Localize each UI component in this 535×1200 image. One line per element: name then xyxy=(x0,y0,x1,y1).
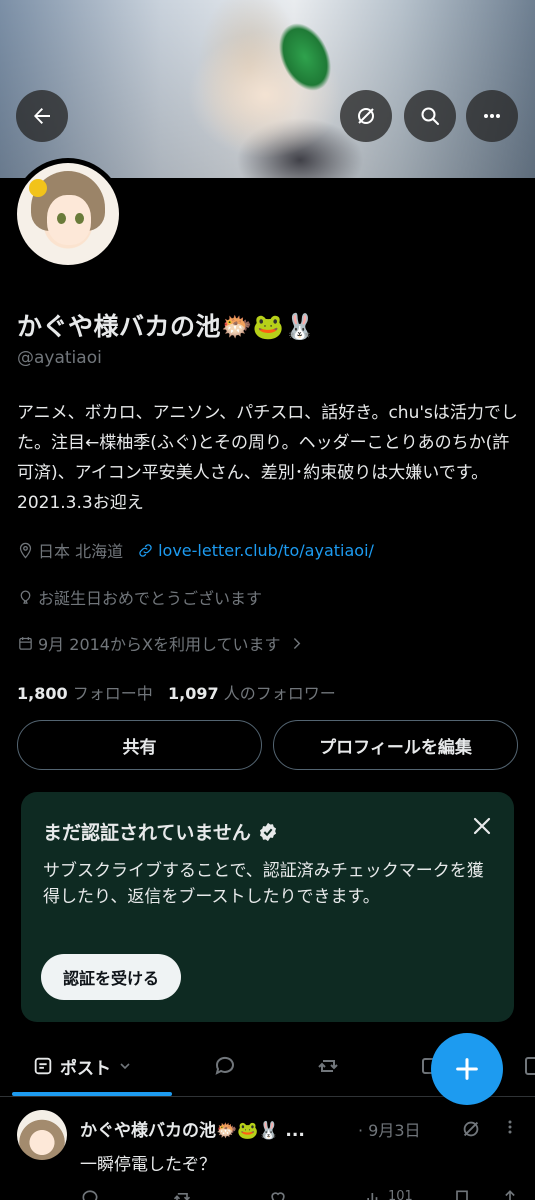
profile-banner[interactable] xyxy=(0,0,535,178)
share-icon[interactable] xyxy=(500,1188,520,1200)
chevron-right-icon xyxy=(294,637,301,649)
followers-count: 1,097 xyxy=(167,684,219,703)
verification-card-title: まだ認証されていません xyxy=(43,818,279,845)
reposts-tab-icon[interactable] xyxy=(316,1054,340,1078)
bookmark-icon[interactable] xyxy=(452,1188,472,1200)
following-label: フォロー中 xyxy=(72,684,153,703)
reply-icon[interactable] xyxy=(80,1188,100,1200)
more-dots-icon xyxy=(484,114,500,118)
verification-card-text: サブスクライブすることで、認証済みチェックマークを獲得したり、返信をブーストした… xyxy=(43,861,484,907)
profile-name: かぐや様バカの池🐡🐸🐰 xyxy=(17,312,316,341)
search-button[interactable] xyxy=(404,90,456,142)
like-icon[interactable] xyxy=(268,1188,288,1200)
grok-post-icon[interactable] xyxy=(460,1118,482,1140)
post-author-name[interactable]: かぐや様バカの池🐡🐸🐰 ... xyxy=(80,1116,305,1141)
post-date[interactable]: · 9月3日 xyxy=(358,1117,421,1141)
calendar-icon xyxy=(19,636,32,650)
following-count: 1,800 xyxy=(17,684,68,703)
repost-icon[interactable] xyxy=(172,1188,192,1200)
profile-joined: 9月 2014からXを利用しています xyxy=(38,635,281,654)
search-icon xyxy=(421,107,439,125)
more-button[interactable] xyxy=(466,90,518,142)
profile-meta-joined-row[interactable]: 9月 2014からXを利用しています xyxy=(17,631,305,655)
post-list-icon xyxy=(34,1057,52,1075)
grok-icon xyxy=(358,108,374,124)
followers-label: 人のフォロワー xyxy=(223,684,336,703)
followers-link[interactable]: 1,097 人のフォロワー xyxy=(168,684,336,703)
profile-handle: @ayatiaoi xyxy=(17,348,102,368)
plus-icon xyxy=(456,1058,478,1080)
tab-posts[interactable]: ポスト xyxy=(32,1040,133,1092)
post-text: 一瞬停電したぞ？ xyxy=(80,1155,216,1175)
balloon-icon xyxy=(20,589,31,604)
profile-bio: アニメ、ボカロ、アニソン、パチスロ、話好き。chu'sは活力でした。注目←楪柚季… xyxy=(17,403,518,513)
post-more-icon[interactable] xyxy=(500,1116,520,1138)
verification-card: まだ認証されていません サブスクライブすることで、認証済みチェックマークを獲得し… xyxy=(21,792,514,1022)
close-icon[interactable] xyxy=(470,814,494,838)
profile-avatar[interactable] xyxy=(12,158,124,270)
back-button[interactable] xyxy=(16,90,68,142)
profile-website-link[interactable]: love-letter.club/to/ayatiaoi/ xyxy=(158,541,374,560)
post-author-avatar[interactable] xyxy=(17,1110,67,1160)
post-actions: 101 xyxy=(80,1186,520,1200)
compose-post-button[interactable] xyxy=(431,1033,503,1105)
profile-birthday: お誕生日おめでとうございます xyxy=(38,589,263,608)
profile-location: 日本 北海道 xyxy=(38,542,124,561)
articles-tab-icon[interactable] xyxy=(522,1054,535,1078)
replies-tab-icon[interactable] xyxy=(213,1054,237,1078)
share-button[interactable]: 共有 xyxy=(17,720,262,770)
views-icon[interactable] xyxy=(364,1188,384,1200)
profile-meta-birthday-row: お誕生日おめでとうございます xyxy=(17,585,262,609)
verified-badge-icon xyxy=(259,822,276,841)
verification-title-text: まだ認証されていません xyxy=(43,822,251,844)
chevron-down-icon xyxy=(120,1063,130,1070)
location-pin-icon xyxy=(19,542,32,559)
follow-counts: 1,800 フォロー中 1,097 人のフォロワー xyxy=(17,680,336,704)
profile-meta-location-row: 日本 北海道 love-letter.club/to/ayatiaoi/ xyxy=(17,538,374,562)
tab-posts-label: ポスト xyxy=(60,1058,111,1079)
edit-profile-button[interactable]: プロフィールを編集 xyxy=(273,720,518,770)
post-views-count: 101 xyxy=(388,1189,413,1200)
following-link[interactable]: 1,800 フォロー中 xyxy=(17,684,153,703)
avatar-image xyxy=(17,163,119,265)
arrow-left-icon xyxy=(34,108,50,124)
grok-button[interactable] xyxy=(340,90,392,142)
banner-image xyxy=(0,0,535,178)
get-verified-button[interactable]: 認証を受ける xyxy=(41,954,182,1000)
link-icon xyxy=(139,543,152,557)
